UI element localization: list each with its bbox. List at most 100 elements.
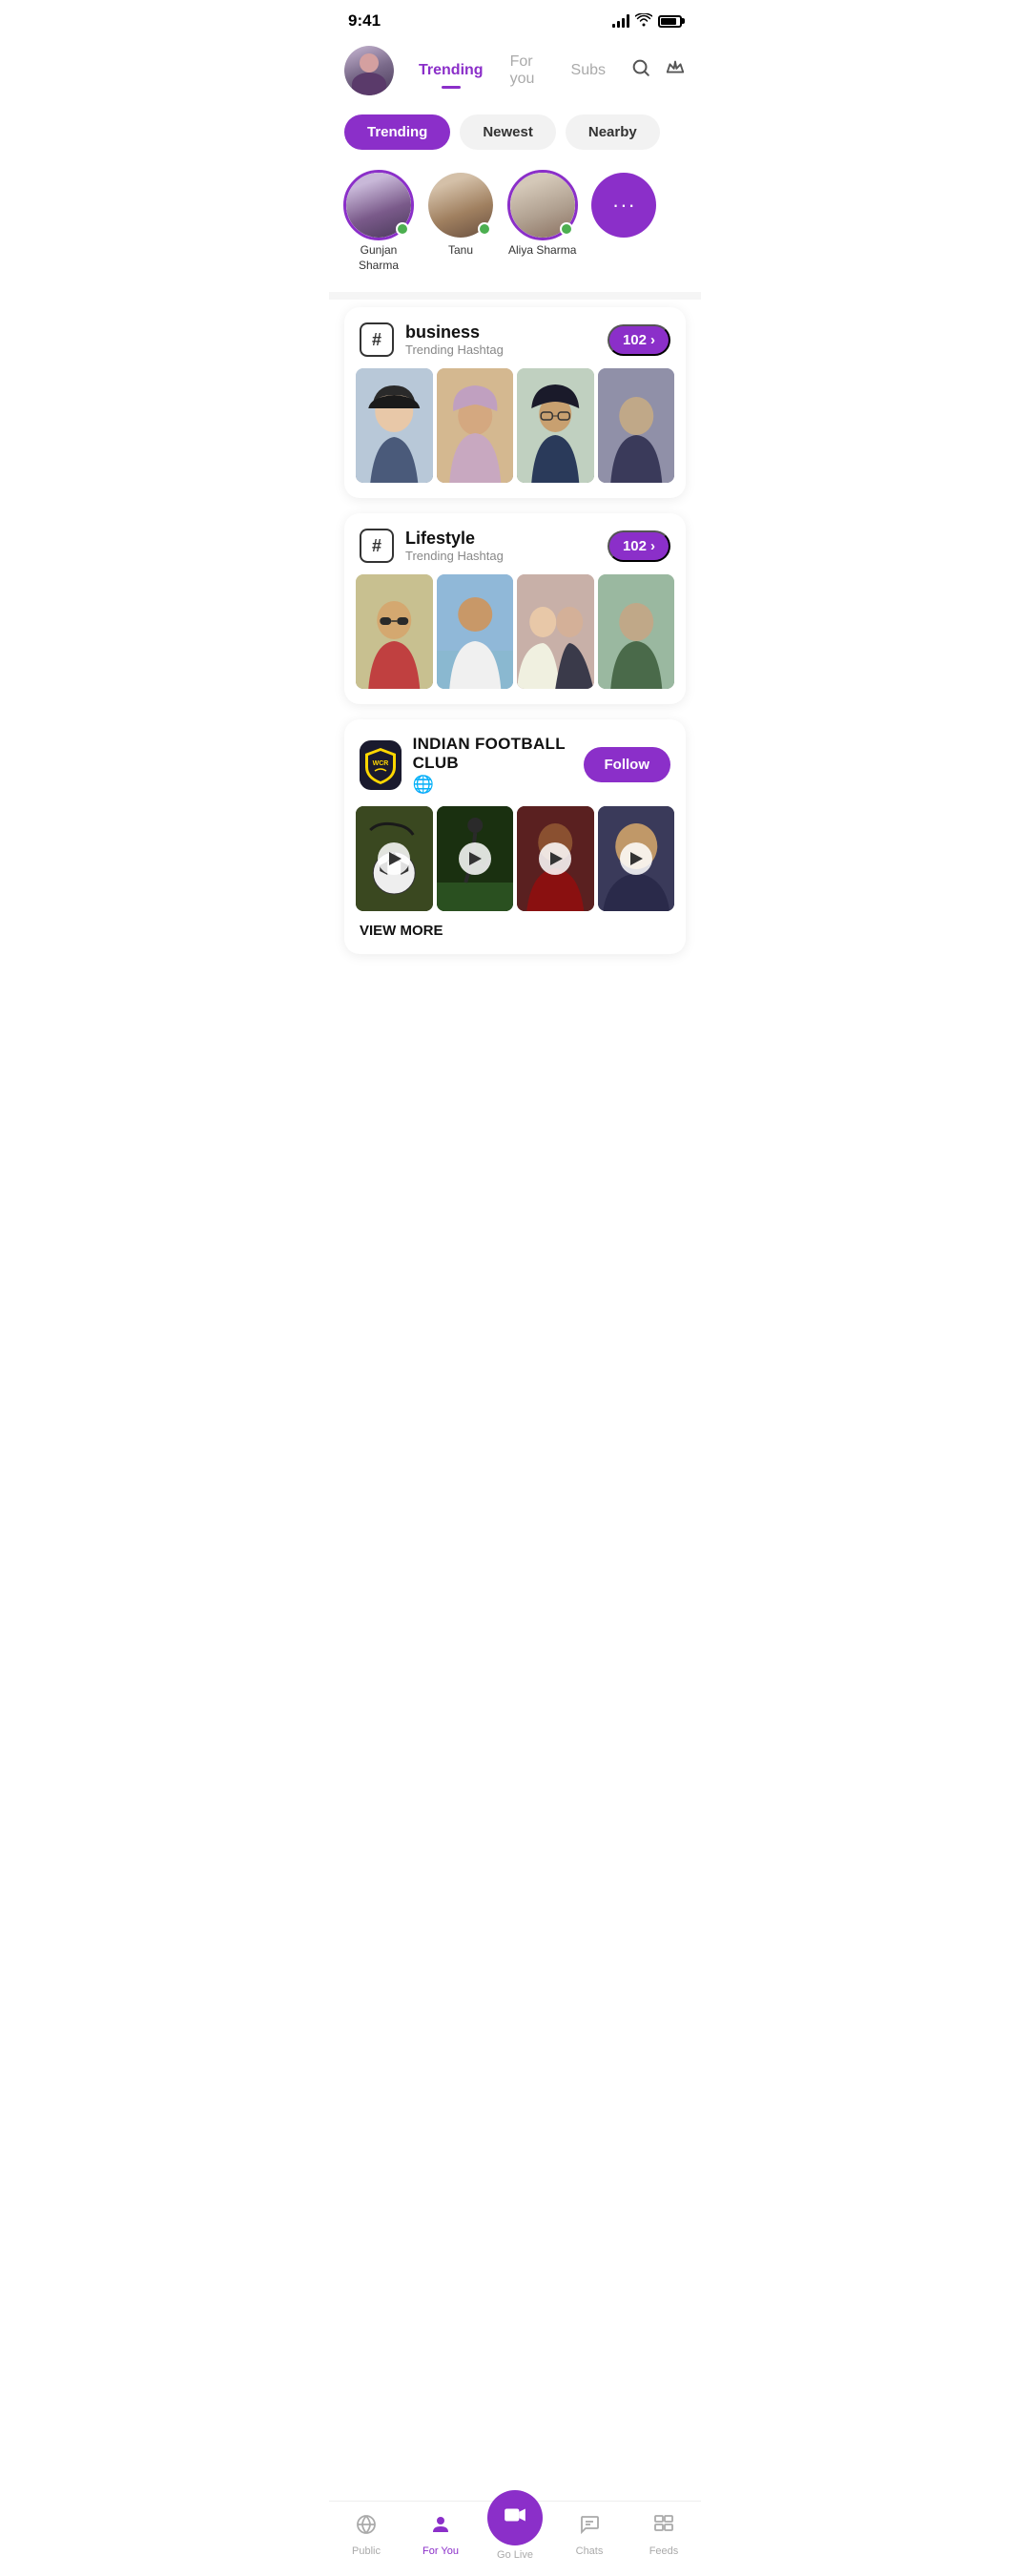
tab-subs[interactable]: Subs: [558, 56, 619, 85]
nav-for-you[interactable]: For You: [403, 2513, 478, 2557]
count-value: 102: [623, 538, 647, 554]
signal-icon: [612, 14, 629, 28]
video-thumb[interactable]: [437, 806, 514, 911]
video-thumb[interactable]: [356, 806, 433, 911]
hashtag-count-badge[interactable]: 102 ›: [608, 530, 670, 562]
club-globe-icon: 🌐: [413, 775, 584, 795]
photo-thumb[interactable]: [517, 574, 594, 689]
chats-icon: [578, 2513, 601, 2542]
tab-trending[interactable]: Trending: [405, 56, 497, 85]
feeds-icon: [652, 2513, 675, 2542]
photo-thumb[interactable]: [437, 368, 514, 483]
play-button[interactable]: [539, 842, 571, 875]
photo-thumb[interactable]: [517, 368, 594, 483]
chevron-right-icon: ›: [650, 538, 655, 554]
view-more-button[interactable]: VIEW MORE: [344, 911, 686, 939]
hashtag-subtitle: Trending Hashtag: [405, 549, 504, 563]
hashtag-info: Lifestyle Trending Hashtag: [405, 529, 504, 563]
nav-feeds[interactable]: Feeds: [627, 2513, 701, 2557]
hashtag-header: # Lifestyle Trending Hashtag 102 ›: [344, 513, 686, 574]
club-left: WCR INDIAN FOOTBALL CLUB 🌐: [360, 735, 584, 795]
photos-grid: [344, 574, 686, 689]
public-icon: [355, 2513, 378, 2542]
nav-public[interactable]: Public: [329, 2513, 403, 2557]
story-item[interactable]: Gunjan Sharma: [344, 173, 413, 273]
nav-go-live-label: Go Live: [497, 2549, 533, 2561]
club-info: INDIAN FOOTBALL CLUB 🌐: [413, 735, 584, 795]
stories-row: Gunjan Sharma Tanu: [329, 165, 701, 288]
go-live-icon: [503, 2503, 527, 2534]
filter-newest[interactable]: Newest: [460, 114, 556, 150]
nav-go-live[interactable]: Go Live: [478, 2509, 552, 2561]
story-item[interactable]: Aliya Sharma: [508, 173, 576, 259]
play-button[interactable]: [459, 842, 491, 875]
wifi-icon: [635, 13, 652, 30]
photo-thumb[interactable]: [356, 574, 433, 689]
hash-icon: #: [360, 322, 394, 357]
nav-for-you-label: For You: [422, 2545, 459, 2557]
story-avatar-wrap: [428, 173, 493, 238]
filter-nearby[interactable]: Nearby: [566, 114, 660, 150]
club-name: INDIAN FOOTBALL CLUB: [413, 735, 584, 773]
filter-trending[interactable]: Trending: [344, 114, 450, 150]
tab-for-you[interactable]: For you: [497, 48, 558, 93]
more-stories-wrap: ···: [591, 173, 656, 238]
photo-thumb[interactable]: [598, 574, 675, 689]
photo-thumb[interactable]: [598, 368, 675, 483]
for-you-icon: [429, 2513, 452, 2542]
video-thumb[interactable]: [517, 806, 594, 911]
hashtag-subtitle: Trending Hashtag: [405, 343, 504, 357]
status-bar: 9:41: [329, 0, 701, 38]
crown-icon[interactable]: [665, 57, 686, 84]
story-avatar-wrap: [510, 173, 575, 238]
online-dot: [396, 222, 409, 236]
nav-feeds-label: Feeds: [649, 2545, 679, 2557]
story-item[interactable]: Tanu: [428, 173, 493, 259]
story-name: Aliya Sharma: [508, 243, 576, 259]
status-icons: [612, 13, 682, 30]
club-header: WCR INDIAN FOOTBALL CLUB 🌐 Follow: [344, 719, 686, 806]
hashtag-name: Lifestyle: [405, 529, 504, 549]
online-dot: [560, 222, 573, 236]
header-icons: [630, 57, 686, 84]
follow-button[interactable]: Follow: [584, 747, 671, 782]
story-name: Gunjan Sharma: [344, 243, 413, 273]
nav-public-label: Public: [352, 2545, 381, 2557]
club-card: WCR INDIAN FOOTBALL CLUB 🌐 Follow: [344, 719, 686, 954]
hashtag-card-business: # business Trending Hashtag 102 ›: [344, 307, 686, 498]
hashtag-left: # business Trending Hashtag: [360, 322, 504, 357]
story-name: Tanu: [448, 243, 473, 259]
count-value: 102: [623, 332, 647, 348]
video-thumb[interactable]: [598, 806, 675, 911]
photo-thumb[interactable]: [437, 574, 514, 689]
battery-icon: [658, 15, 682, 28]
hashtag-count-badge[interactable]: 102 ›: [608, 324, 670, 356]
filter-row: Trending Newest Nearby: [329, 107, 701, 165]
hashtag-card-lifestyle: # Lifestyle Trending Hashtag 102 ›: [344, 513, 686, 704]
story-avatar-wrap: [346, 173, 411, 238]
app-container: 9:41: [329, 0, 701, 1055]
nav-tabs: Trending For you Subs: [405, 48, 619, 93]
photo-thumb[interactable]: [356, 368, 433, 483]
photos-grid: [344, 368, 686, 483]
nav-chats-label: Chats: [576, 2545, 604, 2557]
more-stories-button[interactable]: ···: [591, 173, 656, 238]
play-button[interactable]: [620, 842, 652, 875]
chevron-right-icon: ›: [650, 332, 655, 348]
more-stories-icon: ···: [591, 173, 656, 238]
play-button[interactable]: [378, 842, 410, 875]
svg-text:WCR: WCR: [372, 760, 388, 767]
bottom-nav: Public For You Go Live: [329, 2501, 701, 2576]
online-dot: [478, 222, 491, 236]
go-live-button[interactable]: [487, 2490, 543, 2545]
hashtag-header: # business Trending Hashtag 102 ›: [344, 307, 686, 368]
hashtag-left: # Lifestyle Trending Hashtag: [360, 529, 504, 563]
club-logo: WCR: [360, 740, 402, 790]
nav-chats[interactable]: Chats: [552, 2513, 627, 2557]
hashtag-name: business: [405, 322, 504, 343]
header: Trending For you Subs: [329, 38, 701, 107]
user-avatar[interactable]: [344, 46, 394, 95]
section-divider: [329, 292, 701, 300]
search-icon[interactable]: [630, 57, 651, 84]
hashtag-info: business Trending Hashtag: [405, 322, 504, 357]
